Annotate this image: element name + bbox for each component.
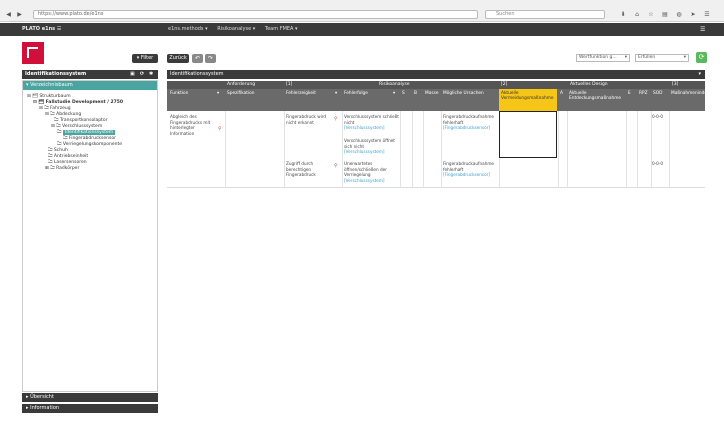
chevron-down-icon[interactable]: ▾ <box>393 91 395 96</box>
column-header[interactable]: S <box>402 91 405 96</box>
column-header[interactable]: A <box>560 91 563 96</box>
fmea-table <box>167 111 705 188</box>
sidebar-section-information[interactable]: ▸ Information <box>22 404 158 413</box>
failure-cell[interactable]: Fingerabdruck wird nicht erkannt <box>286 114 334 125</box>
group-header: Risikoanalyse <box>379 82 410 87</box>
page-title: Identifikationssystem <box>170 71 224 77</box>
function-cell[interactable]: Abgleich des Fingerabdrucks mit hinterle… <box>170 114 220 136</box>
pin-icon[interactable]: ⚲ <box>334 163 338 169</box>
group-header: Aktuelles Design <box>570 82 608 87</box>
cause-cell[interactable]: Fingerabdruckaufnahme fehlerhaft [Fingera… <box>443 114 499 131</box>
refresh-icon[interactable]: ⟳ <box>140 70 144 79</box>
pocket-icon[interactable]: ◍ <box>674 10 684 19</box>
column-header[interactable]: Mögliche Ursachen <box>443 91 484 96</box>
back-button[interactable]: Zurück <box>167 54 189 63</box>
main-title-bar: Identifikationssystem ▾ <box>167 70 705 79</box>
pin-icon[interactable]: ⚲ <box>218 126 222 132</box>
sod-cell: 0-0-0 <box>652 161 664 166</box>
column-header[interactable]: Masse <box>425 91 438 96</box>
redo-icon[interactable]: ↷ <box>205 54 216 63</box>
bookmark-star-icon[interactable]: ☆ <box>646 10 656 19</box>
library-icon[interactable]: ▤ <box>660 10 670 19</box>
column-header[interactable]: Spezifikation <box>227 91 255 96</box>
column-header-row: Funktion ▾ Spezifikation Fehlerzeigkeit … <box>167 89 709 111</box>
browser-search-input[interactable]: Suchen <box>485 10 605 19</box>
column-header-highlighted[interactable]: Aktuelle Vermeidungsmaßnahme <box>499 89 557 111</box>
column-header[interactable]: E <box>628 91 631 96</box>
collapse-icon[interactable]: ▣ <box>130 70 135 79</box>
breadcrumb: e1ns.methods ▾ Risikoanalyse ▾ Team FMEA… <box>168 26 306 32</box>
column-header[interactable]: SOD <box>653 91 662 96</box>
plato-logo <box>22 42 44 64</box>
effect-cell[interactable]: Verschlusssystem öffnet sich nicht [Versc… <box>344 138 400 155</box>
pin-icon[interactable]: ⚲ <box>334 116 338 122</box>
failure-cell[interactable]: Zugriff durch berechtigen Fingerabdruck <box>286 161 334 178</box>
sidebar-panel-title: Identifikationssystem ▣ ⟳ ✱ <box>22 70 158 79</box>
column-header[interactable]: Fehlerzeigkeit <box>286 91 316 96</box>
download-icon[interactable]: ⬇ <box>618 10 628 19</box>
app-menu-icon[interactable]: ☰ <box>700 26 705 33</box>
breadcrumb-item[interactable]: e1ns.methods ▾ <box>168 26 208 32</box>
column-header[interactable]: Funktion <box>170 91 188 96</box>
sidebar-section-overview[interactable]: ▸ Übersicht <box>22 393 158 402</box>
home-icon[interactable]: ⌂ <box>632 10 642 19</box>
column-header[interactable]: Maßnahmenindex <box>671 91 709 96</box>
selected-cell[interactable] <box>499 111 557 158</box>
chevron-down-icon[interactable]: ▾ <box>335 91 337 96</box>
column-header[interactable]: Fehlerfolge <box>344 91 368 96</box>
fulfill-select[interactable]: Erfüllen ▾ <box>635 54 689 62</box>
column-header[interactable]: Aktuelle Entdeckungsmaßnahme <box>569 91 625 101</box>
undo-icon[interactable]: ↶ <box>192 54 203 63</box>
tab-verzeichnisbaum[interactable]: ▾ Verzeichnisbaum <box>23 81 157 90</box>
group-header-row: Anforderung [1] Risikoanalyse [2] Aktuel… <box>167 81 705 89</box>
tree-node[interactable]: ⊞ 🗀 Radkörper <box>45 166 79 172</box>
back-arrow-icon[interactable]: ◀ <box>4 10 13 19</box>
send-icon[interactable]: ➤ <box>688 10 698 19</box>
filter-button[interactable]: ▾ Filter <box>132 54 158 63</box>
app-header: PLATO e1ns ☰ e1ns.methods ▾ Risikoanalys… <box>0 23 724 36</box>
chevron-down-icon[interactable]: ▾ <box>698 70 701 79</box>
group-header: [3] <box>672 82 679 87</box>
chevron-down-icon[interactable]: ▾ <box>217 91 219 96</box>
group-header: [2] <box>501 82 508 87</box>
sod-cell: 0-0-0 <box>652 114 664 119</box>
value-function-select[interactable]: Wertfunktion g... ▾ <box>576 54 630 62</box>
column-header[interactable]: B <box>414 91 417 96</box>
effect-cell[interactable]: Unerwartetes öffnen/schließen der Verrie… <box>344 161 400 183</box>
group-header: Anforderung <box>227 82 256 87</box>
group-header: [1] <box>286 82 293 87</box>
refresh-go-icon[interactable]: ⟳ <box>696 52 707 63</box>
column-header[interactable]: RPZ <box>639 91 648 96</box>
breadcrumb-item[interactable]: Team FMEA ▾ <box>265 26 298 32</box>
settings-icon[interactable]: ✱ <box>149 70 153 79</box>
app-brand[interactable]: PLATO e1ns ☰ <box>22 26 61 32</box>
effect-cell[interactable]: Verschlusssystem schließt nicht [Verschlu… <box>344 114 400 131</box>
url-bar[interactable]: https://www.plato.de/e1ns <box>33 10 478 19</box>
breadcrumb-item[interactable]: Risikoanalyse ▾ <box>217 26 255 32</box>
forward-arrow-icon[interactable]: ▶ <box>15 10 24 19</box>
cause-cell[interactable]: Fingerabdruckaufnahme fehlerhaft [Fingera… <box>443 161 499 178</box>
browser-menu-icon[interactable]: ☰ <box>702 10 712 19</box>
